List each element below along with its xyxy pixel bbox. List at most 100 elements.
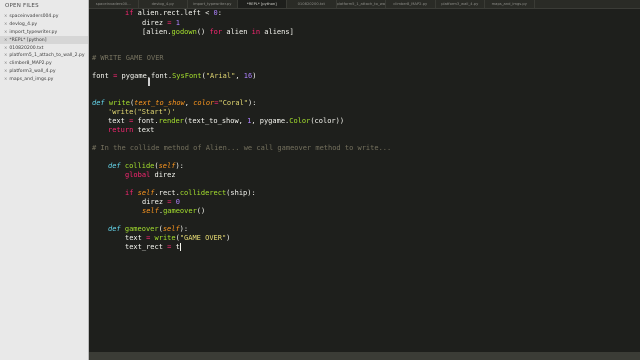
open-file-item[interactable]: × spaceinvaders004.py: [0, 12, 88, 20]
code-text: alien: [222, 28, 252, 36]
code-text: t: [171, 243, 180, 251]
keyword-in: in: [251, 28, 261, 36]
code-text: (ship):: [226, 189, 256, 197]
close-icon[interactable]: ×: [4, 45, 7, 50]
close-icon[interactable]: ×: [4, 52, 7, 57]
open-file-item[interactable]: × devlog_4.py: [0, 20, 88, 28]
code-text: aliens]: [260, 28, 294, 36]
comment-write-game-over: # WRITE GAME OVER: [92, 54, 164, 62]
file-name: import_typewriter.py: [9, 29, 58, 35]
code-text: ):: [179, 225, 189, 233]
close-icon[interactable]: ×: [4, 37, 7, 42]
code-line-global: global direz: [125, 171, 176, 180]
code-text: (): [196, 207, 206, 215]
code-line-if-collide: if self.rect.colliderect(ship):: [125, 189, 256, 198]
number-literal: 1: [171, 19, 180, 27]
sidebar-title: OPEN FILES: [5, 3, 39, 9]
open-files-list: × spaceinvaders004.py × devlog_4.py × import_…: [0, 12, 88, 83]
open-file-item[interactable]: × platform3_wall_4.py: [0, 67, 88, 75]
editor-tab[interactable]: climber8_MAP2.py: [386, 0, 436, 8]
code-text: ): [226, 234, 231, 242]
code-text: (color)): [310, 117, 345, 125]
function-name: gameover: [120, 225, 159, 233]
file-name: devlog_4.py: [9, 21, 38, 27]
code-text: (): [196, 28, 210, 36]
string-literal: "Arial": [205, 72, 236, 80]
code-text: direz: [142, 198, 168, 206]
file-name: climber8_MAP2.py: [9, 61, 52, 67]
close-icon[interactable]: ×: [4, 29, 7, 34]
code-editor[interactable]: if alien.rect.left < 0: direz = 1 [alien…: [89, 9, 640, 352]
text-cursor: [179, 243, 181, 251]
code-line-render: text = font.render(text_to_show, 1, pyga…: [108, 117, 344, 126]
open-file-item[interactable]: × import_typewriter.py: [0, 28, 88, 36]
open-file-item[interactable]: × 010820200.txt: [0, 44, 88, 52]
code-text: font.: [133, 117, 159, 125]
code-line-text-rect: text_rect = t: [125, 243, 181, 252]
code-text: :: [217, 9, 222, 17]
editor-tab[interactable]: spaceinvaders00...: [89, 0, 139, 8]
docstring-line: 'write("Start")': [108, 108, 176, 116]
function-call: Color: [289, 117, 311, 125]
close-icon[interactable]: ×: [4, 60, 7, 65]
comment-collide-method: # In the collide method of Alien... we c…: [92, 144, 392, 152]
open-file-item[interactable]: × platform5_1_attach_to_wall_2.py: [0, 51, 88, 59]
keyword-for: for: [209, 28, 223, 36]
code-line-call-gameover: self.gameover(): [142, 207, 205, 216]
code-line-direz-zero: direz = 0: [142, 198, 180, 207]
code-line-2: direz = 1: [142, 19, 180, 28]
code-text: ,: [235, 72, 244, 80]
file-name: spaceinvaders004.py: [9, 14, 59, 19]
code-text: ):: [248, 99, 257, 107]
number-literal: 16: [243, 72, 253, 80]
function-call: write: [154, 234, 176, 242]
mouse-ibeam-cursor: [148, 78, 150, 86]
editor-tab[interactable]: 010820200.txt: [287, 0, 337, 8]
code-line-return: return text: [108, 126, 154, 135]
editor-tab[interactable]: *REPL* [python]: [237, 0, 287, 8]
function-name: write: [104, 99, 130, 107]
code-text: text: [133, 126, 155, 134]
code-text: , pygame.: [251, 117, 290, 125]
number-literal: 0: [171, 198, 180, 206]
self-ref: self: [137, 189, 155, 197]
keyword-def: def: [108, 225, 121, 233]
code-text: (text_to_show,: [183, 117, 248, 125]
self-param: self: [162, 225, 180, 233]
tab-bar: spaceinvaders00... devlog_4.py import_type…: [89, 0, 640, 9]
code-line-def-collide: def collide(self):: [108, 162, 184, 171]
code-text: alien.rect.left <: [133, 9, 214, 17]
editor-tab[interactable]: platform3_wall_4.py: [436, 0, 485, 8]
close-icon[interactable]: ×: [4, 68, 7, 73]
file-name: platform3_wall_4.py: [9, 69, 56, 75]
status-bar: [89, 352, 640, 360]
open-file-item[interactable]: × maps_and_imgs.py: [0, 75, 88, 83]
code-line-3: [alien.godown() for alien in aliens]: [142, 28, 294, 37]
code-line-1: if alien.rect.left < 0:: [125, 9, 222, 18]
editor-tab[interactable]: platform5_1_attach_to_wall_2.py: [337, 0, 386, 8]
close-icon[interactable]: ×: [4, 13, 7, 18]
code-text: font: [92, 72, 114, 80]
keyword-def: def: [108, 162, 121, 170]
function-call: gameover: [163, 207, 197, 215]
editor-tab[interactable]: devlog_4.py: [139, 0, 188, 8]
keyword-return: return: [108, 126, 134, 134]
editor-tab[interactable]: maps_and_imgs.py: [485, 0, 535, 8]
code-text: text: [125, 234, 147, 242]
file-name: *REPL* [python]: [9, 37, 47, 43]
code-text: pygame.font.: [117, 72, 173, 80]
code-text: direz: [150, 171, 176, 179]
code-text: ): [252, 72, 257, 80]
function-call: colliderect: [179, 189, 227, 197]
open-file-item[interactable]: × climber8_MAP2.py: [0, 59, 88, 67]
close-icon[interactable]: ×: [4, 21, 7, 26]
function-call: render: [158, 117, 184, 125]
file-name: maps_and_imgs.py: [9, 77, 54, 83]
code-text: direz: [142, 19, 168, 27]
close-icon[interactable]: ×: [4, 76, 7, 81]
code-text: [alien.: [142, 28, 172, 36]
editor-tab[interactable]: import_typewriter.py: [188, 0, 238, 8]
code-text: text_rect: [125, 243, 168, 251]
open-file-item[interactable]: × *REPL* [python]: [0, 35, 88, 44]
sidebar: OPEN FILES × spaceinvaders004.py × devlog_4…: [0, 0, 89, 360]
